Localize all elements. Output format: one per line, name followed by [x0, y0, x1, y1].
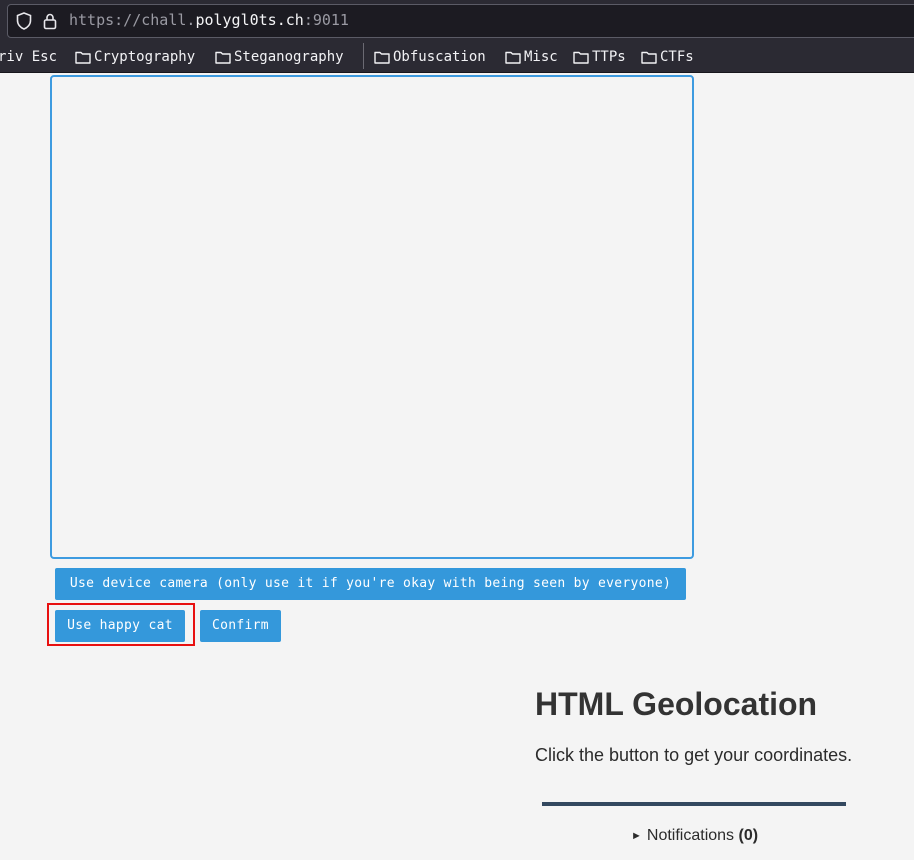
bookmark-label: Misc: [524, 49, 558, 65]
bookmark-folder-obfuscation[interactable]: Obfuscation: [374, 47, 486, 67]
bookmark-folder-misc[interactable]: Misc: [505, 47, 558, 67]
section-divider: [542, 802, 846, 806]
camera-preview-canvas: [50, 75, 694, 559]
bookmarks-toolbar: riv Esc Cryptography Steganography Obfus…: [0, 41, 914, 73]
notifications-toggle[interactable]: ► Notifications (0): [631, 827, 758, 845]
lock-icon[interactable]: [42, 12, 58, 30]
bookmarks-separator: [363, 43, 364, 69]
bookmark-label: Obfuscation: [393, 49, 486, 65]
folder-icon: [374, 51, 390, 64]
disclosure-triangle-icon: ►: [631, 830, 642, 842]
bookmark-folder-ctfs[interactable]: CTFs: [641, 47, 694, 67]
bookmark-folder-ttps[interactable]: TTPs: [573, 47, 626, 67]
notifications-count: (0): [738, 827, 759, 844]
folder-icon: [573, 51, 589, 64]
use-device-camera-button[interactable]: Use device camera (only use it if you're…: [55, 568, 686, 600]
geolocation-heading: HTML Geolocation: [535, 686, 818, 722]
geolocation-description: Click the button to get your coordinates…: [535, 745, 853, 765]
bookmark-priv-esc[interactable]: riv Esc: [0, 47, 57, 67]
confirm-button[interactable]: Confirm: [200, 610, 281, 642]
address-bar[interactable]: https://chall.polygl0ts.ch:9011: [7, 4, 914, 38]
bookmark-label: Steganography: [234, 49, 344, 65]
bookmark-label: TTPs: [592, 49, 626, 65]
url-text[interactable]: https://chall.polygl0ts.ch:9011: [69, 11, 349, 29]
folder-icon: [641, 51, 657, 64]
bookmark-label: riv Esc: [0, 49, 58, 65]
folder-icon: [75, 51, 91, 64]
notifications-label: Notifications: [646, 827, 735, 844]
folder-icon: [505, 51, 521, 64]
bookmark-folder-steganography[interactable]: Steganography: [215, 47, 344, 67]
bookmark-label: CTFs: [660, 49, 694, 65]
bookmark-label: Cryptography: [94, 49, 196, 65]
browser-toolbar: https://chall.polygl0ts.ch:9011: [0, 0, 914, 41]
folder-icon: [215, 51, 231, 64]
use-happy-cat-button[interactable]: Use happy cat: [55, 610, 185, 642]
bookmark-folder-cryptography[interactable]: Cryptography: [75, 47, 195, 67]
shield-icon[interactable]: [16, 12, 32, 30]
